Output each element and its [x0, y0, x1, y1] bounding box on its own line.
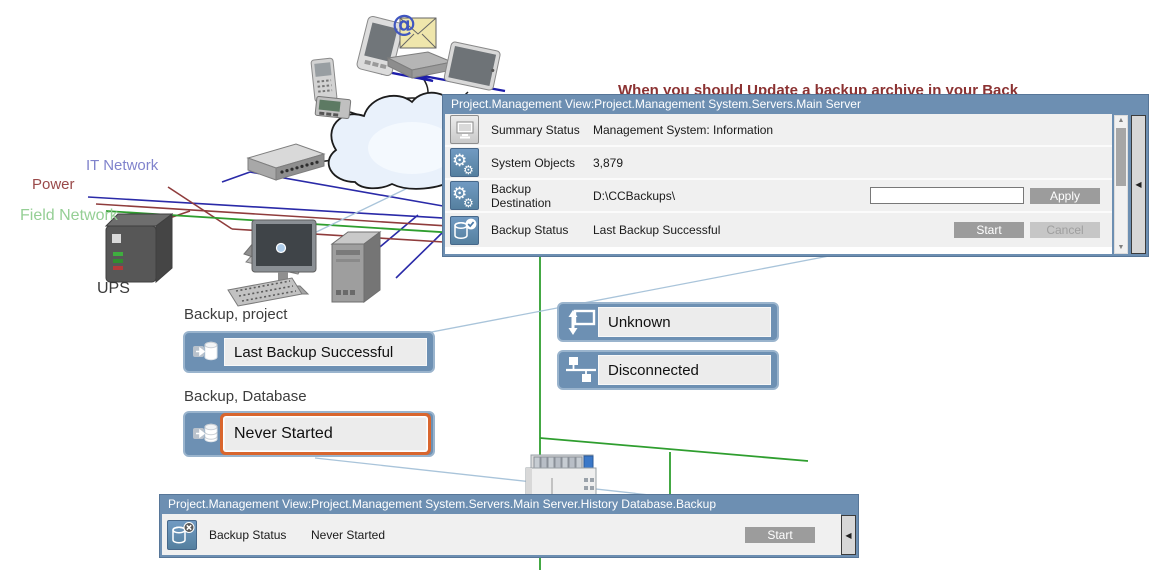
database-x-icon[interactable] [167, 520, 197, 550]
database-arrow-icon [190, 419, 224, 449]
disconnected-status-box[interactable]: Disconnected [557, 350, 779, 390]
pager-icon [315, 96, 351, 118]
gears-icon[interactable]: ⚙ ⚙ [450, 148, 479, 177]
system-objects-row: ⚙ ⚙ System Objects 3,879 [445, 147, 1112, 180]
apply-button[interactable]: Apply [1030, 188, 1100, 204]
monitor-sync-icon [564, 307, 598, 337]
unknown-status-box[interactable]: Unknown [557, 302, 779, 342]
backup-database-status-box[interactable]: Never Started [183, 411, 435, 457]
gears-icon[interactable]: ⚙ ⚙ [450, 181, 479, 210]
row-label: System Objects [491, 156, 593, 170]
backup-database-status-value: Never Started [224, 417, 427, 451]
start-button[interactable]: Start [745, 527, 815, 543]
history-database-popup-title: Project.Management View:Project.Manageme… [162, 495, 856, 514]
backup-status-row: Backup Status Never Started Start [162, 514, 841, 555]
chevron-left-icon: ◀ [1135, 180, 1141, 189]
backup-project-status-box[interactable]: Last Backup Successful [183, 331, 435, 373]
history-database-popup: Project.Management View:Project.Manageme… [160, 495, 858, 557]
svg-text:@: @ [392, 10, 416, 38]
summary-status-row: Summary Status Management System: Inform… [445, 114, 1112, 147]
scroll-down-icon[interactable]: ▼ [1115, 243, 1127, 253]
row-value: D:\CCBackups\ [593, 189, 675, 203]
chevron-left-icon: ◀ [845, 531, 851, 540]
disconnected-status-value: Disconnected [598, 355, 771, 385]
row-value: Management System: Information [593, 123, 773, 137]
backup-status-row: Backup Status Last Backup Successful Sta… [445, 213, 1112, 247]
database-check-icon[interactable] [450, 216, 479, 245]
scroll-up-icon[interactable]: ▲ [1115, 116, 1127, 126]
row-label: Backup Destination [491, 182, 593, 210]
tower-pc-icon [332, 232, 380, 302]
vertical-scrollbar[interactable]: ▲ ▼ [1114, 115, 1128, 254]
backup-database-label: Backup, Database [184, 388, 307, 405]
svg-text:⚙: ⚙ [463, 196, 474, 209]
collapse-handle[interactable]: ◀ [1131, 115, 1146, 254]
row-value: 3,879 [593, 156, 623, 170]
backup-project-label: Backup, project [184, 306, 287, 323]
backup-destination-row: ⚙ ⚙ Backup Destination D:\CCBackups\ App… [445, 180, 1112, 213]
main-server-popup-title: Project.Management View:Project.Manageme… [445, 95, 1146, 114]
it-network-label: IT Network [86, 157, 158, 174]
row-label: Backup Status [491, 223, 593, 237]
main-server-popup-body: Summary Status Management System: Inform… [445, 114, 1112, 254]
history-database-popup-body: Backup Status Never Started Start [162, 514, 841, 555]
backup-destination-input[interactable] [870, 187, 1024, 204]
row-value: Never Started [311, 528, 385, 542]
scada-network-view: @ [0, 0, 1167, 570]
keyboard-icon [228, 278, 302, 306]
row-value: Last Backup Successful [593, 223, 720, 237]
backup-project-status-value: Last Backup Successful [224, 338, 427, 366]
row-label: Backup Status [209, 528, 311, 542]
field-network-label: Field Network [20, 207, 118, 225]
svg-text:⚙: ⚙ [463, 163, 474, 176]
clipped-note-text: When you should Update a backup archive … [618, 83, 1018, 94]
tablet-icon [444, 41, 501, 91]
mobile-phone-icon [311, 58, 337, 102]
network-switch-icon [248, 144, 324, 180]
cancel-button[interactable]: Cancel [1030, 222, 1100, 238]
main-server-popup: Project.Management View:Project.Manageme… [443, 95, 1148, 256]
network-topology-icon [564, 355, 598, 385]
collapse-handle[interactable]: ◀ [841, 515, 856, 555]
unknown-status-value: Unknown [598, 307, 771, 337]
connector-endpoint-dot [277, 244, 286, 253]
database-arrow-icon [190, 337, 224, 367]
scrollbar-thumb[interactable] [1116, 128, 1126, 186]
ups-label: UPS [97, 280, 130, 298]
row-label: Summary Status [491, 123, 593, 137]
computer-icon[interactable] [450, 115, 479, 144]
start-button[interactable]: Start [954, 222, 1024, 238]
power-label: Power [32, 176, 75, 193]
